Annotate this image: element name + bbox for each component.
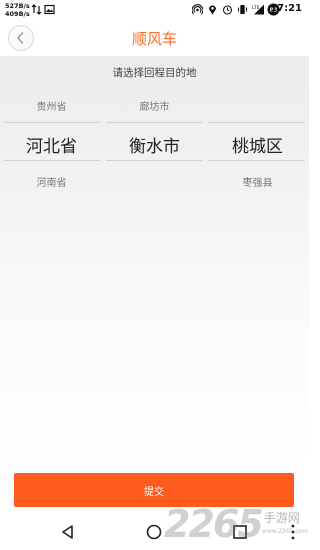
triangle-back-icon[interactable] xyxy=(59,523,77,541)
watermark-url: www.2265.com xyxy=(262,528,309,535)
watermark-logo: 2265 手游网 xyxy=(164,500,300,548)
svg-text:LTE: LTE xyxy=(252,5,260,11)
title-bar: 顺风车 xyxy=(0,20,309,56)
wheel-item[interactable]: 贵州省 xyxy=(0,98,103,113)
data-arrows-icon xyxy=(31,4,42,15)
circle-home-icon[interactable] xyxy=(145,523,163,541)
picker-prompt: 请选择回程目的地 xyxy=(112,67,197,79)
lte-signal-icon: LTE xyxy=(252,4,264,15)
network-speed: 527B/s 409B/s xyxy=(5,2,30,18)
watermark-number: 2265 xyxy=(164,502,264,546)
selection-divider xyxy=(4,122,100,123)
selection-divider xyxy=(106,122,202,123)
wheel-item[interactable]: 河南省 xyxy=(0,174,103,189)
selection-divider xyxy=(208,122,305,123)
net-up-speed: 527B/s xyxy=(5,2,30,10)
selection-divider xyxy=(106,160,202,161)
watermark-text: 手游网 xyxy=(263,510,300,525)
alarm-icon xyxy=(222,5,233,15)
destination-picker: 请选择回程目的地 贵州省 河北省 河南省 廊坊市 衡水市 桃城区 枣强县 xyxy=(0,56,309,470)
clock: 17:21 xyxy=(270,3,302,14)
wheel-item-selected[interactable]: 衡水市 xyxy=(103,132,206,157)
location-icon xyxy=(209,5,216,15)
net-down-speed: 409B/s xyxy=(5,10,30,18)
wheel-item-selected[interactable]: 河北省 xyxy=(0,132,103,157)
wheel-item[interactable]: 枣强县 xyxy=(206,174,309,189)
hotspot-icon xyxy=(192,4,203,15)
page-title: 顺风车 xyxy=(131,30,177,48)
image-icon xyxy=(44,4,55,15)
status-bar: 527B/s 409B/s LTE 83 17:21 xyxy=(0,0,309,20)
selection-divider xyxy=(208,160,305,161)
vibrate-icon xyxy=(238,5,247,14)
wheel-item-selected[interactable]: 桃城区 xyxy=(206,132,309,157)
selection-divider xyxy=(4,160,100,161)
wheel-item[interactable]: 廊坊市 xyxy=(103,98,206,113)
